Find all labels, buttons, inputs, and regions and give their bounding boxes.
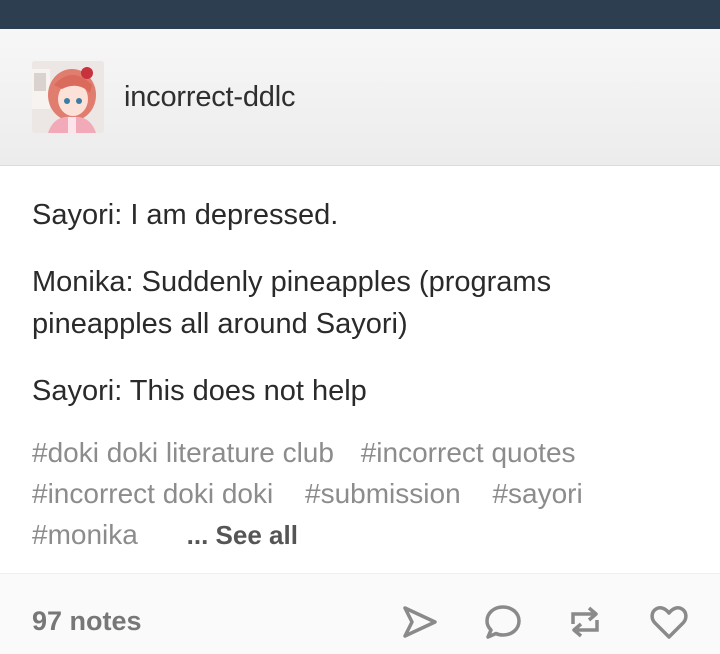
reply-icon[interactable] bbox=[483, 602, 523, 642]
tag-link[interactable]: #sayori bbox=[492, 478, 582, 509]
post-header: incorrect-ddlc bbox=[0, 29, 720, 166]
tag-link[interactable]: #incorrect doki doki bbox=[32, 478, 273, 509]
tag-link[interactable]: #incorrect quotes bbox=[361, 437, 576, 468]
post-footer: 97 notes bbox=[0, 573, 720, 654]
post-line: Sayori: I am depressed. bbox=[32, 199, 339, 231]
reblog-icon[interactable] bbox=[565, 602, 605, 642]
tag-link[interactable]: #doki doki literature club bbox=[32, 437, 334, 468]
share-icon[interactable] bbox=[399, 602, 439, 642]
avatar-image bbox=[32, 61, 104, 133]
app-top-bar bbox=[0, 0, 720, 29]
post-line: Monika: Suddenly pineapples (programs pi… bbox=[32, 266, 552, 340]
avatar[interactable] bbox=[32, 61, 104, 133]
notes-count[interactable]: 97 notes bbox=[32, 606, 142, 637]
post-line: Sayori: This does not help bbox=[32, 375, 367, 407]
like-icon[interactable] bbox=[649, 602, 689, 642]
tag-list: #doki doki literature club #incorrect qu… bbox=[32, 432, 692, 556]
tag-link[interactable]: #submission bbox=[305, 478, 461, 509]
tag-link[interactable]: #monika bbox=[32, 519, 138, 550]
username[interactable]: incorrect-ddlc bbox=[124, 81, 295, 114]
post-body: Sayori: I am depressed. Monika: Suddenly… bbox=[32, 195, 682, 439]
see-all-link[interactable]: ... See all bbox=[187, 520, 298, 550]
